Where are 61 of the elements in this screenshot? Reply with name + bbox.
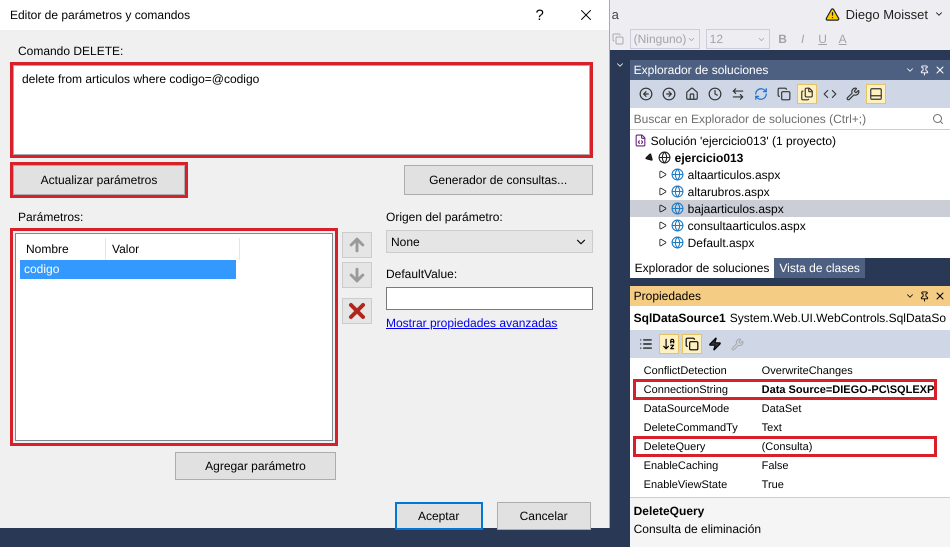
tree-item[interactable]: altarubros.aspx [630,183,950,200]
globe-icon [658,151,671,164]
close-icon[interactable] [934,64,946,76]
user-name[interactable]: Diego Moisset [846,6,928,22]
property-row[interactable]: ConnectionString Data Source=DIEGO-PC\SQLEXP [634,380,936,399]
property-row[interactable]: EnableViewState True [634,475,936,494]
panel-icon[interactable] [866,84,886,104]
tree-item[interactable]: bajaarticulos.aspx [630,200,950,217]
solution-icon [634,134,647,147]
refresh-parameters-button[interactable]: Actualizar parámetros [13,165,185,195]
property-row[interactable]: DeleteCommandTy Text [634,418,936,437]
help-button[interactable]: ? [516,0,563,30]
files-icon[interactable] [796,84,817,104]
tree-item[interactable]: ejercicio013 [630,149,950,166]
default-value-label: DefaultValue: [386,267,458,281]
web-file-icon [670,236,684,249]
up-arrow-icon [347,235,367,255]
description-text: Consulta de eliminación [634,522,762,536]
query-builder-button[interactable]: Generador de consultas... [404,165,593,195]
expanded-arrow-icon[interactable] [644,152,656,164]
search-icon[interactable] [932,112,944,124]
description-title: DeleteQuery [634,504,706,518]
dialog-title: Editor de parámetros y comandos [10,8,192,22]
properties-icon[interactable] [682,334,702,354]
delete-button[interactable] [342,298,372,324]
ok-button[interactable]: Aceptar [394,502,483,530]
tree-item[interactable]: Solución 'ejercicio013' (1 proyecto) [630,132,950,149]
property-row[interactable]: ConflictDetection OverwriteChanges [634,361,936,380]
web-file-icon [670,185,684,198]
pin-icon[interactable] [919,64,930,76]
default-value-field[interactable] [386,287,593,310]
parameters-label: Parámetros: [18,210,84,224]
property-row[interactable]: DataSourceMode DataSet [634,399,936,418]
sort-az-icon[interactable] [658,334,679,354]
down-arrow-icon [347,265,367,285]
command-label: Comando DELETE: [18,44,124,58]
object-selector[interactable]: SqlDataSource1 System.Web.UI.WebControls.SqlDataSo [630,306,950,330]
source-label: Origen del parámetro: [386,210,504,224]
pin-icon[interactable] [919,290,930,302]
panel-title: Propiedades [634,289,702,303]
web-file-icon [670,219,684,232]
menu-text[interactable]: a [612,6,819,22]
source-dropdown[interactable]: None [386,230,593,253]
parameters-list[interactable]: Nombre Valor codigo [15,233,333,441]
panel-tab[interactable]: Explorador de soluciones [630,258,774,278]
search-field[interactable]: Buscar en Explorador de soluciones (Ctrl+;) [630,108,950,130]
tree-item[interactable]: consultaarticulos.aspx [630,217,950,234]
panel-title: Explorador de soluciones [634,63,770,77]
tree-item[interactable]: altaarticulos.aspx [630,166,950,183]
warning-icon[interactable] [824,6,840,22]
web-file-icon [670,202,684,215]
web-file-icon [670,168,684,181]
command-text-area[interactable]: delete from articulos where codigo=@codigo [13,65,590,155]
advanced-properties-link[interactable]: Mostrar propiedades avanzadas [386,316,558,330]
tree-item[interactable]: Default.aspx [630,234,950,251]
add-parameter-button[interactable]: Agregar parámetro [175,452,336,480]
property-row[interactable]: EnableCaching False [634,456,936,475]
property-row[interactable]: DeleteQuery (Consulta) [634,437,936,456]
close-icon[interactable] [934,290,946,302]
cancel-button[interactable]: Cancelar [496,502,591,530]
panel-tab[interactable]: Vista de clases [774,258,865,278]
